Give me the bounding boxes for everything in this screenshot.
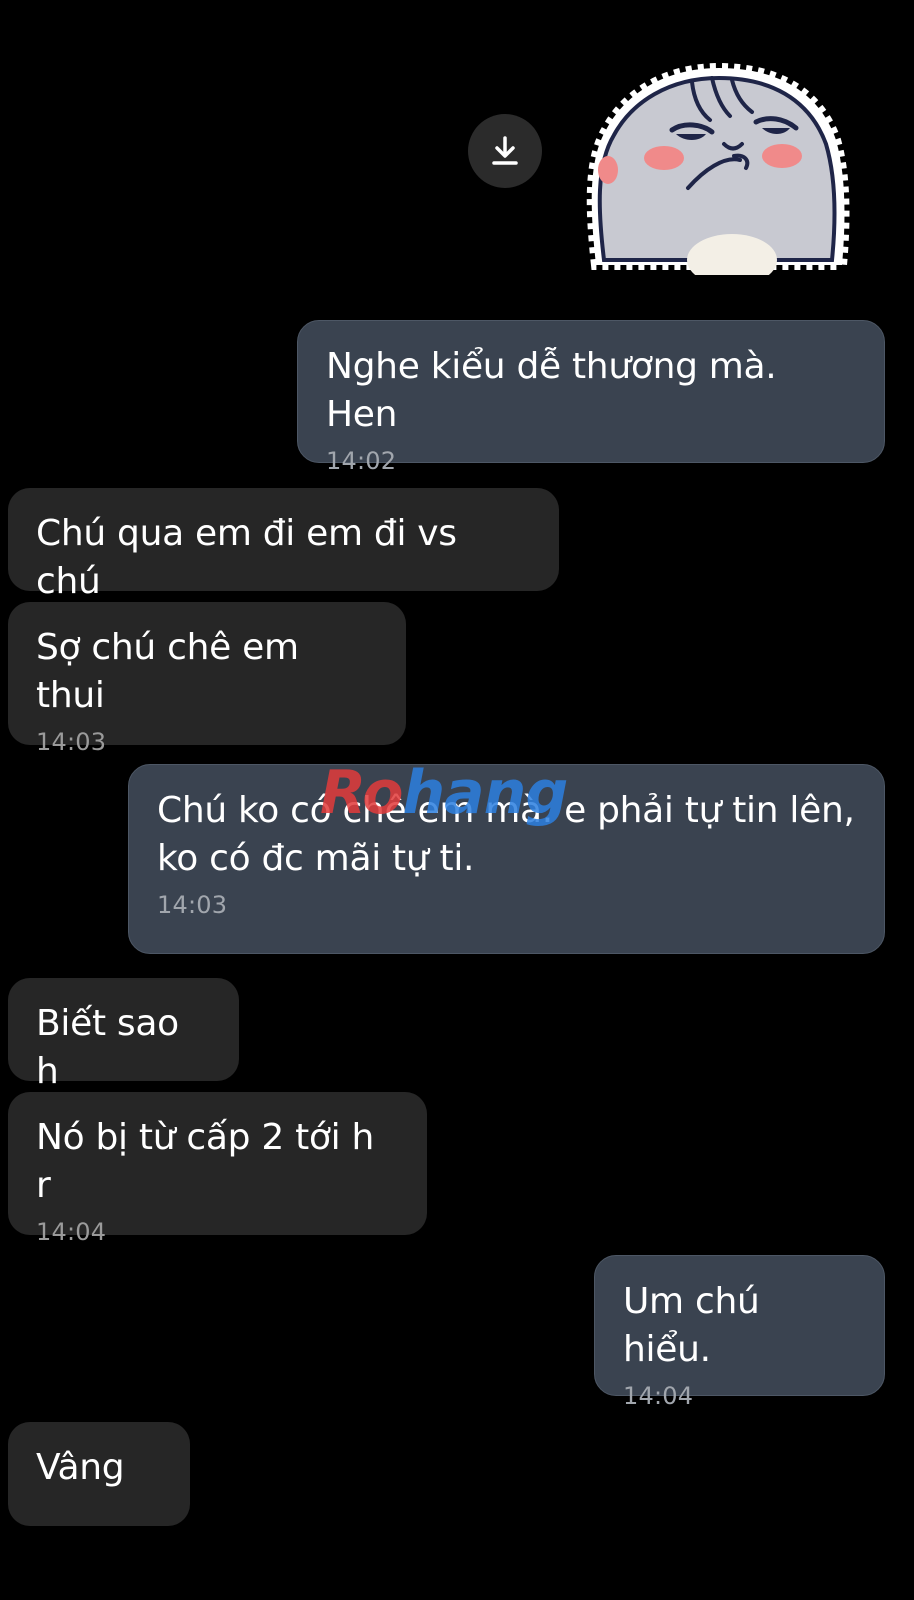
message-bubble-incoming[interactable]: Vâng (8, 1422, 190, 1526)
message-bubble-incoming[interactable]: Sợ chú chê em thui 14:03 (8, 602, 406, 756)
message-bubble-incoming[interactable]: Biết sao h (8, 978, 239, 1092)
message-text: Nó bị từ cấp 2 tới h r (36, 1117, 374, 1206)
message-text: Chú ko có chê em mà. e phải tự tin lên, … (157, 790, 855, 879)
download-button[interactable] (468, 114, 542, 188)
message-time: 14:04 (623, 1382, 694, 1410)
sticker-image (586, 62, 850, 286)
message-text: Vâng (36, 1447, 125, 1488)
message-bubble-incoming[interactable]: Nó bị từ cấp 2 tới h r 14:04 (8, 1092, 427, 1246)
message-time: 14:03 (36, 728, 107, 756)
message-time: 14:04 (36, 1218, 107, 1246)
message-time: 14:02 (326, 447, 397, 475)
smug-cat-sticker[interactable] (584, 60, 854, 286)
message-time: 14:03 (157, 891, 228, 919)
message-bubble-outgoing[interactable]: Nghe kiểu dễ thương mà. Hen 14:02 (297, 320, 885, 475)
download-icon (492, 136, 518, 165)
message-text: Chú qua em đi em đi vs chú (36, 513, 457, 602)
message-bubble-incoming[interactable]: Chú qua em đi em đi vs chú (8, 488, 559, 602)
message-text: Um chú hiểu. (623, 1281, 760, 1370)
message-bubble-outgoing[interactable]: Chú ko có chê em mà. e phải tự tin lên, … (128, 764, 885, 954)
message-text: Nghe kiểu dễ thương mà. Hen (326, 346, 777, 435)
message-text: Sợ chú chê em thui (36, 627, 299, 716)
message-text: Biết sao h (36, 1003, 179, 1092)
message-bubble-outgoing[interactable]: Um chú hiểu. 14:04 (594, 1255, 885, 1410)
